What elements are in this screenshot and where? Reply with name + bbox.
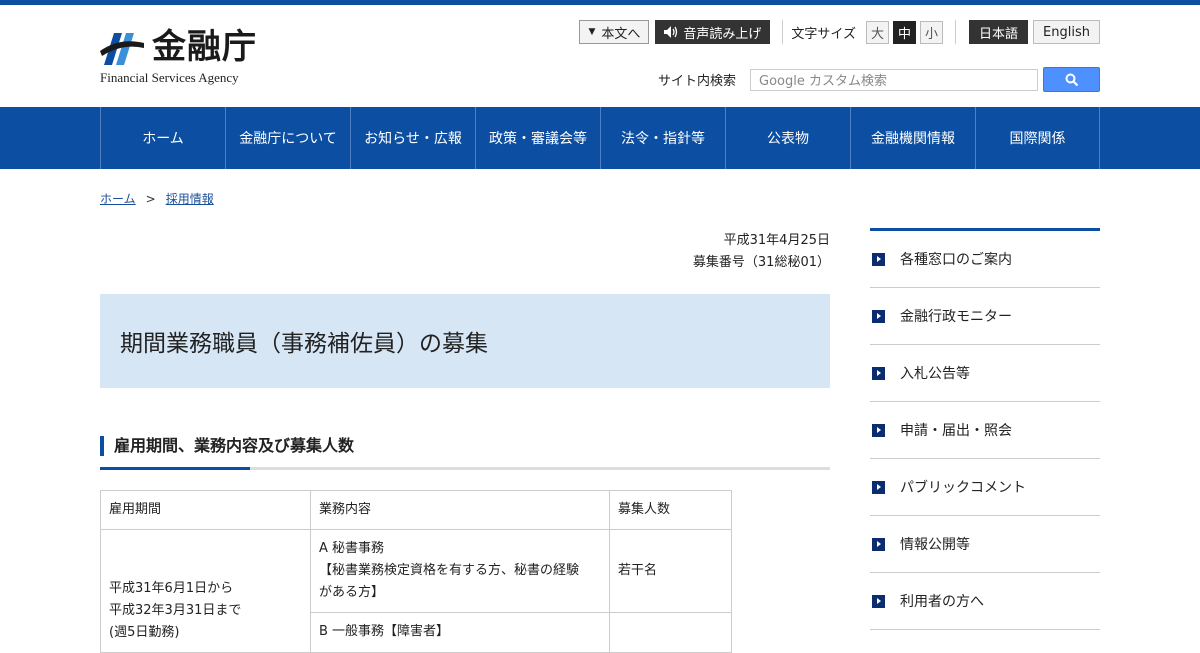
- breadcrumb: ホーム > 採用情報: [100, 190, 214, 207]
- site-header: 金融庁 Financial Services Agency ▼ 本文へ 音声読み…: [0, 5, 1200, 107]
- table-header-cell: 募集人数: [609, 490, 732, 530]
- font-size-small-button[interactable]: 小: [920, 20, 944, 44]
- nav-home[interactable]: ホーム: [100, 107, 225, 169]
- divider: [955, 20, 957, 44]
- table-cell-count: 若干名: [609, 529, 732, 613]
- font-size-large-button[interactable]: 大: [866, 20, 890, 44]
- nav-publications[interactable]: 公表物: [725, 107, 850, 169]
- recruit-number: 募集番号（31総秘01）: [692, 255, 830, 270]
- task-line: 【秘書業務検定資格を有する方、秘書の経験: [319, 563, 580, 578]
- site-search-label: サイト内検索: [657, 74, 736, 89]
- heading-accent-bar: [100, 436, 104, 456]
- font-size-label: 文字サイズ: [791, 26, 857, 42]
- table-cell-count: [609, 612, 732, 653]
- section-heading: 雇用期間、業務内容及び募集人数: [100, 436, 830, 470]
- breadcrumb-separator: >: [145, 191, 156, 206]
- period-line: (週5日勤務): [109, 625, 180, 640]
- search-icon: [1065, 73, 1078, 86]
- nav-about[interactable]: 金融庁について: [225, 107, 350, 169]
- table-cell-task: A 秘書事務 【秘書業務検定資格を有する方、秘書の経験 がある方】: [310, 529, 610, 613]
- table-header-cell: 雇用期間: [100, 490, 311, 530]
- sidebar-item-label: 各種窓口のご案内: [900, 252, 1012, 268]
- arrow-square-icon: [872, 480, 885, 494]
- task-line: A 秘書事務: [319, 541, 385, 556]
- logo-japanese-text: 金融庁: [152, 27, 257, 67]
- sidebar-item-label: 情報公開等: [900, 537, 970, 553]
- recruitment-table: 雇用期間 業務内容 募集人数 平成31年6月1日から 平成32年3月31日まで …: [100, 490, 732, 653]
- sidebar-item-bidding[interactable]: 入札公告等: [870, 345, 1100, 402]
- fsa-logo[interactable]: 金融庁 Financial Services Agency: [100, 27, 270, 87]
- nav-international[interactable]: 国際関係: [975, 107, 1100, 169]
- sidebar-item-label: 利用者の方へ: [900, 594, 984, 610]
- search-button[interactable]: [1043, 67, 1100, 92]
- sidebar-item-label: パブリックコメント: [900, 480, 1026, 496]
- sidebar-item-label: 入札公告等: [900, 366, 970, 382]
- period-line: 平成32年3月31日まで: [109, 603, 242, 618]
- sidebar-item-contact[interactable]: 各種窓口のご案内: [870, 231, 1100, 288]
- voice-read-button[interactable]: 音声読み上げ: [655, 20, 771, 44]
- language-japanese-button[interactable]: 日本語: [969, 20, 1029, 44]
- table-cell-period: 平成31年6月1日から 平成32年3月31日まで (週5日勤務): [100, 529, 311, 653]
- arrow-square-icon: [872, 594, 885, 608]
- heading-underline-accent: [100, 467, 250, 470]
- period-line: 平成31年6月1日から: [109, 581, 234, 596]
- utility-bar: ▼ 本文へ 音声読み上げ 文字サイズ 大 中 小 日本語 English: [579, 20, 1100, 44]
- table-header-row: 雇用期間 業務内容 募集人数: [100, 490, 732, 530]
- font-size-medium-button[interactable]: 中: [893, 20, 917, 44]
- language-english-button[interactable]: English: [1033, 20, 1100, 44]
- sidebar-item-label: 申請・届出・照会: [900, 423, 1012, 439]
- sidebar-item-applications[interactable]: 申請・届出・照会: [870, 402, 1100, 459]
- breadcrumb-current-link[interactable]: 採用情報: [166, 190, 214, 207]
- nav-institutions[interactable]: 金融機関情報: [850, 107, 975, 169]
- main-content: 平成31年4月25日 募集番号（31総秘01） 期間業務職員（事務補佐員）の募集…: [100, 230, 830, 653]
- sidebar-item-monitor[interactable]: 金融行政モニター: [870, 288, 1100, 345]
- nav-policy[interactable]: 政策・審議会等: [475, 107, 600, 169]
- arrow-square-icon: [872, 537, 885, 551]
- arrow-square-icon: [872, 423, 885, 437]
- table-header-cell: 業務内容: [310, 490, 610, 530]
- arrow-square-icon: [872, 366, 885, 380]
- section-heading-text: 雇用期間、業務内容及び募集人数: [114, 436, 355, 455]
- breadcrumb-home-link[interactable]: ホーム: [100, 190, 136, 207]
- sidebar-menu: 各種窓口のご案内 金融行政モニター 入札公告等 申請・届出・照会 パブリックコメ…: [870, 228, 1100, 630]
- fsa-logo-mark-icon: [100, 33, 144, 65]
- publish-date: 平成31年4月25日: [723, 233, 830, 248]
- logo-english-text: Financial Services Agency: [100, 70, 239, 85]
- voice-read-label: 音声読み上げ: [683, 26, 762, 42]
- arrow-square-icon: [872, 309, 885, 323]
- nav-news[interactable]: お知らせ・広報: [350, 107, 475, 169]
- sidebar-item-public-comment[interactable]: パブリックコメント: [870, 459, 1100, 516]
- table-cell-task: B 一般事務【障害者】: [310, 612, 610, 653]
- sidebar-item-disclosure[interactable]: 情報公開等: [870, 516, 1100, 573]
- sidebar-item-label: 金融行政モニター: [900, 309, 1012, 325]
- search-input[interactable]: Google カスタム検索: [750, 68, 1038, 91]
- table-row: 平成31年6月1日から 平成32年3月31日まで (週5日勤務) A 秘書事務 …: [100, 529, 732, 653]
- page-title: 期間業務職員（事務補佐員）の募集: [100, 294, 830, 388]
- nav-laws[interactable]: 法令・指針等: [600, 107, 725, 169]
- divider: [782, 20, 784, 44]
- site-search: サイト内検索 Google カスタム検索: [658, 67, 1100, 92]
- task-line: がある方】: [319, 585, 385, 600]
- arrow-square-icon: [872, 252, 885, 266]
- global-nav: ホーム 金融庁について お知らせ・広報 政策・審議会等 法令・指針等 公表物 金…: [0, 107, 1200, 169]
- speaker-icon: [664, 26, 678, 38]
- skip-to-content-button[interactable]: ▼ 本文へ: [579, 20, 650, 44]
- sidebar-item-users[interactable]: 利用者の方へ: [870, 573, 1100, 630]
- skip-to-content-label: 本文へ: [601, 26, 641, 42]
- triangle-down-icon: ▼: [588, 27, 596, 37]
